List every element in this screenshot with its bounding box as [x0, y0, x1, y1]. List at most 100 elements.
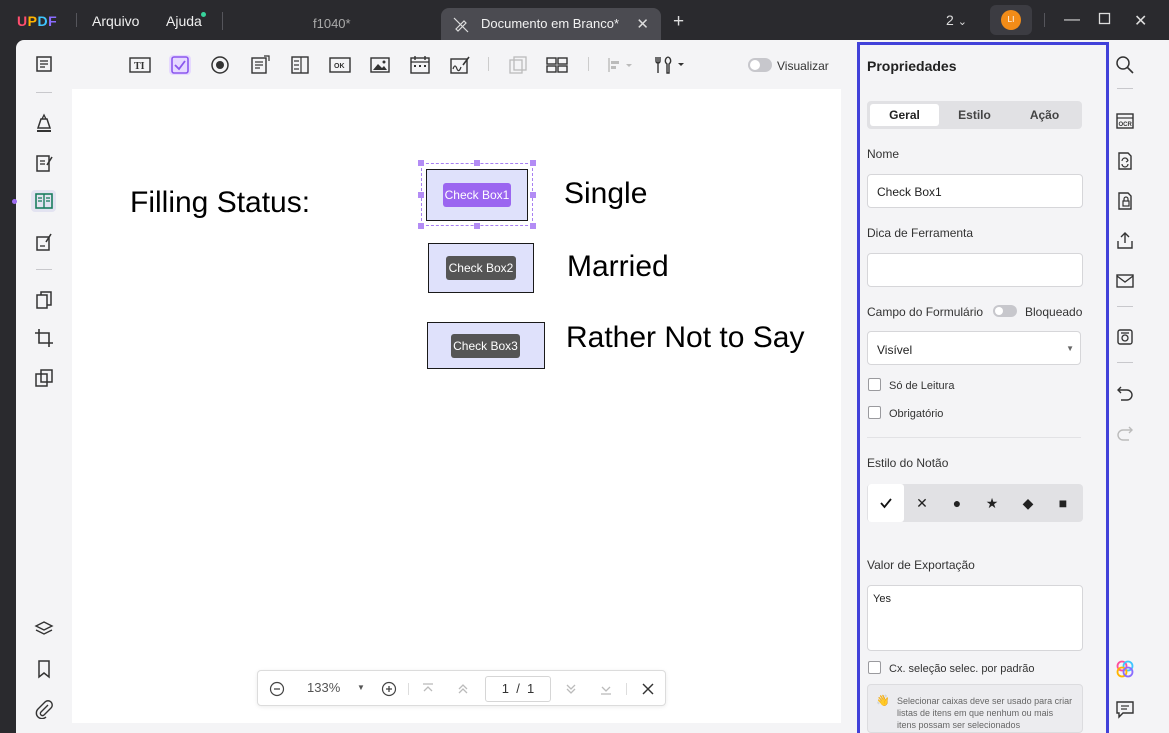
share-icon[interactable]	[1115, 231, 1135, 251]
tab-style[interactable]: Estilo	[940, 104, 1009, 126]
square-style-icon[interactable]: ■	[1045, 484, 1081, 522]
dropdown-caret-icon: ▼	[1066, 344, 1074, 353]
export-value-field[interactable]: Yes	[867, 585, 1083, 651]
radio-button-icon[interactable]	[209, 55, 231, 75]
user-avatar-button[interactable]: LI	[990, 5, 1032, 35]
menu-help[interactable]: Ajuda	[166, 13, 202, 29]
convert-icon[interactable]	[1115, 151, 1135, 171]
option-label: Single	[564, 177, 648, 210]
visibility-select[interactable]: Visível ▼	[867, 331, 1081, 365]
check-style-icon[interactable]	[868, 484, 904, 522]
layers-icon[interactable]	[34, 619, 54, 639]
active-indicator-dot	[12, 199, 17, 204]
zoom-dropdown-icon[interactable]: ▼	[357, 683, 365, 692]
save-icon[interactable]	[1115, 327, 1135, 347]
close-zoom-bar-icon[interactable]	[641, 682, 655, 696]
list-box-icon[interactable]	[289, 55, 311, 75]
minimize-icon[interactable]: —	[1064, 11, 1080, 29]
svg-text:OCR: OCR	[1119, 122, 1133, 128]
zoom-level[interactable]: 133%	[307, 680, 340, 695]
tab-general[interactable]: Geral	[870, 104, 939, 126]
date-field-icon[interactable]	[409, 55, 431, 75]
resize-handle[interactable]	[418, 223, 424, 229]
name-field[interactable]: Check Box1	[867, 174, 1083, 208]
resize-handle[interactable]	[418, 160, 424, 166]
tab-blank-document[interactable]: Documento em Branco* ✕	[441, 8, 661, 42]
tab-label: f1040*	[313, 16, 351, 31]
organize-pages-icon[interactable]	[34, 290, 54, 310]
resize-handle[interactable]	[530, 160, 536, 166]
resize-handle[interactable]	[474, 160, 480, 166]
attachment-icon[interactable]	[34, 699, 54, 719]
divider	[588, 57, 589, 71]
circle-style-icon[interactable]: ●	[939, 484, 975, 522]
preview-toggle[interactable]	[748, 58, 772, 72]
last-page-icon[interactable]	[599, 682, 613, 696]
new-tab-icon[interactable]: +	[673, 11, 684, 33]
compare-icon[interactable]	[34, 368, 54, 388]
button-ok-icon[interactable]: OK	[329, 55, 351, 75]
svg-text:OK: OK	[334, 63, 345, 70]
resize-handle[interactable]	[418, 192, 424, 198]
ai-assistant-icon[interactable]	[1115, 659, 1135, 679]
undo-icon[interactable]	[1115, 385, 1135, 405]
divider	[1117, 306, 1133, 307]
divider	[36, 92, 52, 93]
close-tab-icon[interactable]: ✕	[636, 15, 649, 33]
required-checkbox[interactable]	[868, 406, 881, 419]
zoom-toolbar: 133% ▼ 1 / 1	[257, 670, 666, 706]
highlighter-icon[interactable]	[34, 113, 54, 133]
protect-icon[interactable]	[1115, 191, 1135, 211]
menu-file[interactable]: Arquivo	[92, 13, 139, 29]
close-window-icon[interactable]: ✕	[1134, 11, 1147, 31]
resize-handle[interactable]	[530, 223, 536, 229]
align-icon[interactable]	[606, 55, 636, 75]
next-page-icon[interactable]	[564, 682, 578, 696]
checkbox-field-name: Check Box3	[451, 334, 520, 358]
star-style-icon[interactable]: ★	[974, 484, 1010, 522]
app-logo[interactable]: UPDF	[17, 13, 57, 29]
resize-handle[interactable]	[474, 223, 480, 229]
combo-box-icon[interactable]	[249, 55, 271, 75]
maximize-icon[interactable]	[1098, 12, 1112, 31]
hint-box: 👋 Selecionar caixas deve ser usado para …	[867, 684, 1083, 733]
previous-page-icon[interactable]	[456, 682, 470, 696]
duplicate-icon[interactable]	[507, 55, 529, 75]
reader-icon[interactable]	[34, 54, 54, 74]
tab-f1040[interactable]: f1040*	[262, 8, 437, 38]
crop-icon[interactable]	[34, 328, 54, 348]
tooltip-field[interactable]	[867, 253, 1083, 287]
first-page-icon[interactable]	[421, 682, 435, 696]
multiple-copies-icon[interactable]	[546, 55, 568, 75]
page-number-input[interactable]: 1 / 1	[485, 676, 551, 702]
form-icon[interactable]	[34, 191, 54, 211]
window-count[interactable]: 2 ⌄	[946, 12, 967, 28]
edit-off-icon	[453, 17, 469, 33]
bookmark-icon[interactable]	[34, 659, 54, 679]
comment-icon[interactable]	[1115, 699, 1135, 719]
diamond-style-icon[interactable]: ◆	[1010, 484, 1046, 522]
image-field-icon[interactable]	[369, 55, 391, 75]
tools-icon[interactable]	[654, 55, 686, 75]
edit-pdf-icon[interactable]	[34, 153, 54, 173]
cross-style-icon[interactable]: ✕	[904, 484, 940, 522]
option-label: Married	[567, 250, 669, 283]
fill-sign-icon[interactable]	[34, 232, 54, 252]
text-field-icon[interactable]: TI	[129, 55, 151, 75]
resize-handle[interactable]	[530, 192, 536, 198]
email-icon[interactable]	[1115, 271, 1135, 291]
signature-field-icon[interactable]	[449, 55, 471, 75]
zoom-in-icon[interactable]	[381, 681, 397, 697]
readonly-checkbox[interactable]	[868, 378, 881, 391]
tab-action[interactable]: Ação	[1010, 104, 1079, 126]
ocr-icon[interactable]: OCR	[1115, 111, 1135, 131]
checkbox-tool-icon[interactable]	[169, 55, 191, 75]
lock-toggle[interactable]	[993, 305, 1017, 317]
redo-icon[interactable]	[1115, 425, 1135, 445]
zoom-out-icon[interactable]	[269, 681, 285, 697]
divider	[867, 437, 1081, 438]
readonly-label: Só de Leitura	[889, 380, 955, 392]
required-label: Obrigatório	[889, 408, 944, 420]
search-icon[interactable]	[1115, 55, 1135, 75]
default-checked-checkbox[interactable]	[868, 661, 881, 674]
